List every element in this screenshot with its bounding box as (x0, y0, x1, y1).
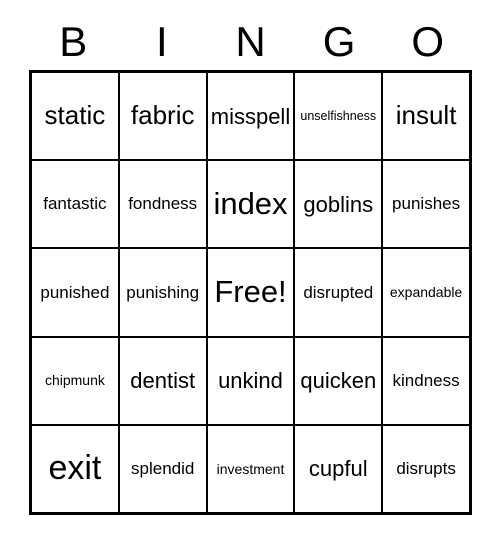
bingo-cell[interactable]: investment (207, 425, 296, 513)
bingo-row: static fabric misspell unselfishness ins… (32, 73, 469, 162)
bingo-cell-label: punishing (126, 282, 200, 302)
bingo-cell-label: fabric (130, 100, 195, 131)
bingo-cell[interactable]: unkind (207, 337, 296, 424)
bingo-cell[interactable]: unselfishness (295, 73, 384, 160)
bingo-cell[interactable]: fondness (119, 161, 208, 248)
bingo-cell[interactable]: insult (383, 73, 469, 160)
bingo-row: chipmunk dentist unkind quicken kindness (32, 337, 469, 426)
bingo-cell[interactable]: disrupted (295, 249, 384, 336)
bingo-cell-label: misspell (210, 103, 291, 129)
bingo-cell[interactable]: kindness (383, 337, 469, 424)
bingo-cell-label: splendid (131, 458, 195, 478)
bingo-cell[interactable]: expandable (383, 249, 469, 336)
bingo-cell-label: kindness (392, 370, 460, 390)
bingo-cell[interactable]: punishes (383, 161, 469, 248)
bingo-cell-label: index (213, 186, 288, 222)
bingo-cell-label: disrupted (303, 282, 374, 302)
bingo-cell-label: punishes (392, 194, 461, 214)
bingo-cell[interactable]: misspell (207, 73, 296, 160)
bingo-cell-label: quicken (300, 368, 377, 394)
bingo-cell-label: dentist (130, 368, 196, 394)
bingo-cell[interactable]: fabric (119, 73, 208, 160)
bingo-cell-label: exit (48, 449, 102, 488)
bingo-cell-label: Free! (214, 274, 287, 310)
bingo-cell[interactable]: punishing (119, 249, 208, 336)
bingo-cell-label: disrupts (396, 458, 456, 478)
header-letter-b: B (59, 18, 88, 65)
bingo-cell-label: fantastic (43, 194, 107, 214)
bingo-cell-label: unkind (218, 368, 283, 394)
bingo-cell-label: unselfishness (300, 108, 377, 123)
bingo-cell[interactable]: punished (32, 249, 120, 336)
bingo-cell-label: chipmunk (44, 372, 105, 389)
bingo-cell[interactable]: index (207, 161, 296, 248)
bingo-cell[interactable]: static (32, 73, 120, 160)
bingo-row: punished punishing Free! disrupted expan… (32, 249, 469, 338)
bingo-cell-label: fondness (128, 194, 198, 214)
header-letter-g: G (322, 18, 356, 65)
header-letter-n: N (235, 18, 266, 65)
bingo-cell[interactable]: chipmunk (32, 337, 120, 424)
bingo-cell[interactable]: goblins (295, 161, 384, 248)
bingo-cell[interactable]: dentist (119, 337, 208, 424)
bingo-row: exit splendid investment cupful disrupts (32, 425, 469, 513)
bingo-cell-label: goblins (303, 191, 374, 217)
bingo-cell-label: expandable (389, 284, 463, 301)
bingo-cell[interactable]: fantastic (32, 161, 120, 248)
bingo-row: fantastic fondness index goblins punishe… (32, 161, 469, 250)
bingo-cell-label: insult (395, 100, 457, 131)
bingo-cell-label: punished (40, 282, 110, 302)
header-letter-i: I (156, 18, 168, 65)
bingo-cell[interactable]: splendid (119, 425, 208, 513)
bingo-cell[interactable]: disrupts (383, 425, 469, 513)
bingo-cell-free[interactable]: Free! (207, 249, 296, 336)
bingo-header: B I N G O (29, 14, 472, 70)
header-letter-o: O (411, 18, 444, 65)
bingo-card: B I N G O static fabric misspell unselfi… (0, 0, 501, 544)
bingo-cell[interactable]: quicken (295, 337, 384, 424)
bingo-cell-label: cupful (308, 456, 368, 482)
bingo-cell[interactable]: cupful (295, 425, 384, 513)
bingo-grid: static fabric misspell unselfishness ins… (29, 70, 472, 515)
bingo-cell-label: investment (216, 460, 285, 477)
bingo-cell[interactable]: exit (32, 425, 120, 513)
bingo-cell-label: static (44, 100, 106, 131)
